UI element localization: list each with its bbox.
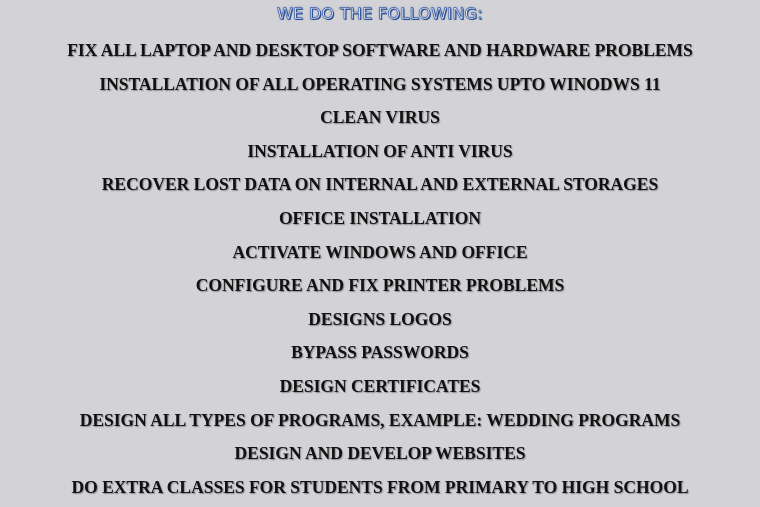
service-item: DESIGN AND DEVELOP WEBSITES: [234, 443, 526, 464]
service-item: DO EXTRA CLASSES FOR STUDENTS FROM PRIMA…: [71, 476, 689, 497]
services-list: FIX ALL LAPTOP AND DESKTOP SOFTWARE AND …: [0, 37, 760, 507]
service-item: CLEAN VIRUS: [320, 107, 440, 128]
service-item: RECOVER LOST DATA ON INTERNAL AND EXTERN…: [101, 174, 659, 195]
service-item: FIX ALL LAPTOP AND DESKTOP SOFTWARE AND …: [67, 40, 693, 60]
service-item: OFFICE INSTALLATION: [278, 207, 482, 228]
service-item: BYPASS PASSWORDS: [291, 342, 469, 363]
service-item: INSTALLATION OF ANTI VIRUS: [247, 140, 513, 161]
service-item: INSTALLATION OF ALL OPERATING SYSTEMS UP…: [99, 73, 661, 94]
service-item: ACTIVATE WINDOWS AND OFFICE: [232, 241, 528, 262]
service-item: CONFIGURE AND FIX PRINTER PROBLEMS: [195, 275, 565, 296]
service-item: DESIGNS LOGOS: [308, 308, 452, 329]
service-item: DESIGN ALL TYPES OF PROGRAMS, EXAMPLE: W…: [79, 409, 681, 430]
service-item: DESIGN CERTIFICATES: [279, 375, 481, 396]
page-heading: WE DO THE FOLLOWING:: [277, 4, 483, 24]
